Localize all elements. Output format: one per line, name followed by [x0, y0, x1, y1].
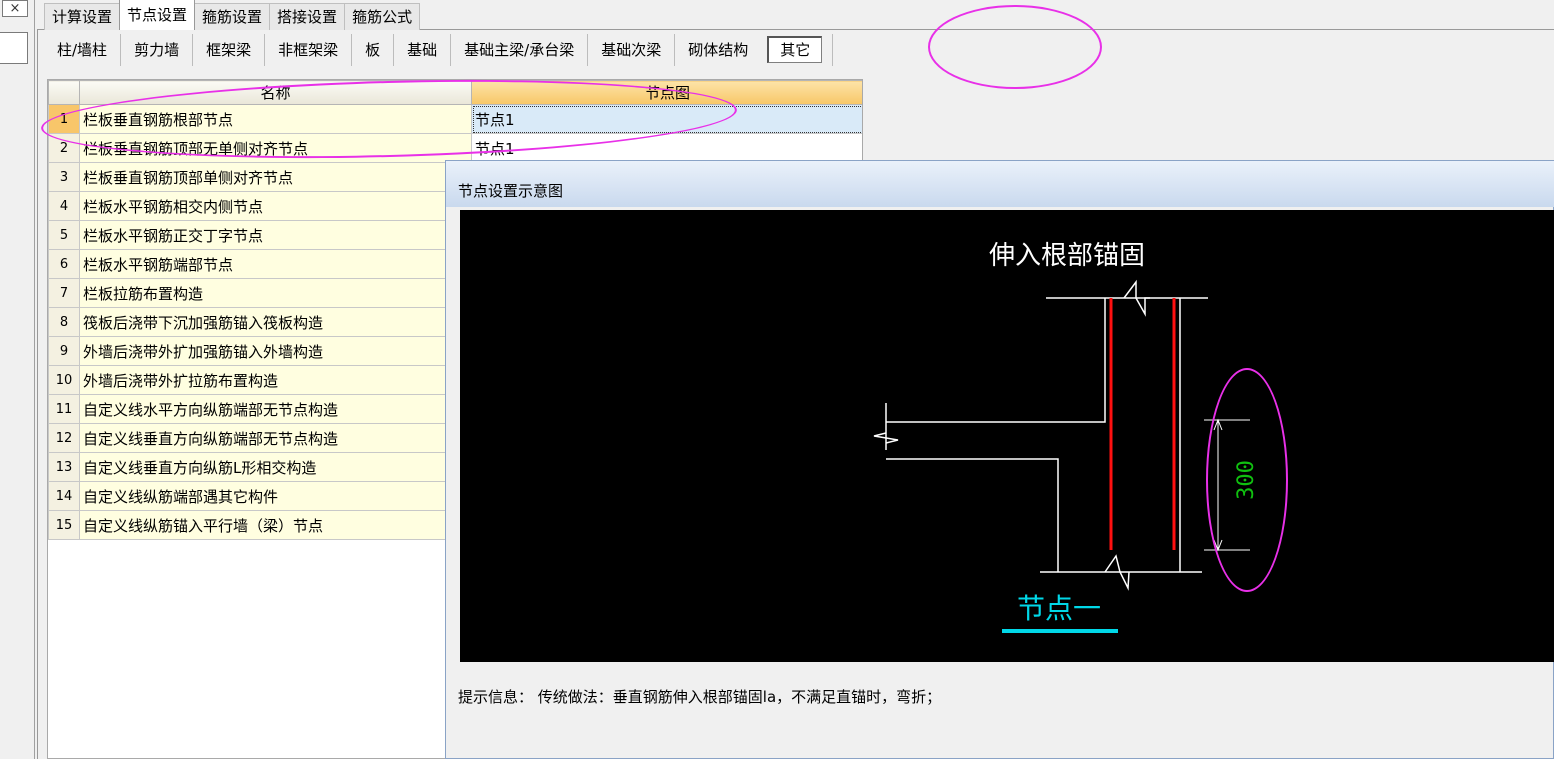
window-title: 节点设置示意图 [446, 161, 1554, 207]
node-name-cell: 筏板后浇带下沉加强筋锚入筏板构造 [79, 307, 472, 337]
top-tab-0[interactable]: 计算设置 [44, 3, 121, 30]
node-name-cell: 自定义线垂直方向纵筋L形相交构造 [79, 452, 472, 482]
row-number: 3 [48, 162, 80, 192]
diagram-canvas: 伸入根部锚固 300 节点一 [460, 210, 1554, 662]
node-name-cell: 栏板拉筋布置构造 [79, 278, 472, 308]
sub-tab-7[interactable]: 基础次梁 [588, 34, 676, 66]
top-tab-1[interactable]: 节点设置 [119, 0, 196, 30]
diagram-heading: 伸入根部锚固 [989, 241, 1145, 271]
node-name-cell: 自定义线纵筋端部遇其它构件 [79, 481, 472, 511]
hint-message: 提示信息： 传统做法：垂直钢筋伸入根部锚固la，不满足直锚时，弯折； [458, 688, 942, 706]
column-header-node[interactable]: 节点图 [471, 80, 862, 105]
row-number: 14 [48, 481, 80, 511]
top-tab-4[interactable]: 箍筋公式 [344, 3, 421, 30]
sub-tab-5[interactable]: 基础 [394, 34, 452, 66]
sub-tab-8[interactable]: 砌体结构 [675, 34, 761, 66]
table-row[interactable]: 2 栏板垂直钢筋顶部无单侧对齐节点 节点1 [48, 133, 862, 163]
row-number: 6 [48, 249, 80, 279]
row-number: 5 [48, 220, 80, 250]
sub-tab-4[interactable]: 板 [352, 34, 395, 66]
node-name-cell: 自定义线纵筋锚入平行墙（梁）节点 [79, 510, 472, 540]
sub-tab-3[interactable]: 非框架梁 [265, 34, 353, 66]
dimension-value: 300 [1234, 460, 1259, 500]
row-number: 13 [48, 452, 80, 482]
row-number: 12 [48, 423, 80, 453]
row-number: 10 [48, 365, 80, 395]
diagram-caption: 节点一 [1017, 592, 1101, 625]
close-button[interactable]: × [2, 0, 28, 17]
row-number: 2 [48, 133, 80, 163]
node-diagram-cell[interactable]: 节点1 [471, 133, 862, 163]
node-name-cell: 栏板垂直钢筋顶部无单侧对齐节点 [79, 133, 472, 163]
sub-tab-6[interactable]: 基础主梁/承台梁 [451, 34, 589, 66]
top-tab-3[interactable]: 搭接设置 [269, 3, 346, 30]
column-header-name[interactable]: 名称 [79, 80, 472, 105]
node-name-cell: 外墙后浇带外扩加强筋锚入外墙构造 [79, 336, 472, 366]
left-panel-field[interactable] [0, 32, 28, 64]
sub-tab-2[interactable]: 框架梁 [193, 34, 266, 66]
node-name-cell: 栏板水平钢筋相交内侧节点 [79, 191, 472, 221]
node-name-cell: 自定义线水平方向纵筋端部无节点构造 [79, 394, 472, 424]
node-name-cell: 外墙后浇带外扩拉筋布置构造 [79, 365, 472, 395]
node-name-cell: 栏板水平钢筋端部节点 [79, 249, 472, 279]
row-number: 4 [48, 191, 80, 221]
wall-outline [873, 279, 1208, 591]
row-number: 15 [48, 510, 80, 540]
row-number: 7 [48, 278, 80, 308]
row-number: 8 [48, 307, 80, 337]
left-panel: × [0, 0, 35, 759]
sub-tab-1[interactable]: 剪力墙 [121, 34, 194, 66]
node-diagram-cell[interactable]: 节点1 [471, 104, 862, 134]
node-name-cell: 自定义线垂直方向纵筋端部无节点构造 [79, 423, 472, 453]
node-diagram-window: 节点设置示意图 伸入根部锚固 300 节点一 提示信息： 传统做法：垂直钢筋伸入… [445, 160, 1554, 759]
row-number: 11 [48, 394, 80, 424]
sub-tab-bar: 柱/墙柱 剪力墙 框架梁 非框架梁板基础 基础主梁/承台梁 基础次梁 砌体结构 其它 [44, 34, 834, 66]
node-name-cell: 栏板垂直钢筋根部节点 [79, 104, 472, 134]
table-row[interactable]: 1 栏板垂直钢筋根部节点 节点1 [48, 104, 862, 134]
top-tab-bar: 计算设置 节点设置 箍筋设置 搭接设置 箍筋公式 [44, 0, 421, 30]
node-name-cell: 栏板水平钢筋正交丁字节点 [79, 220, 472, 250]
node-name-cell: 栏板垂直钢筋顶部单侧对齐节点 [79, 162, 472, 192]
sub-tab-0[interactable]: 柱/墙柱 [44, 34, 122, 66]
row-number: 1 [48, 104, 80, 134]
grid-corner [48, 80, 80, 105]
sub-tab-separator [832, 34, 834, 66]
row-number: 9 [48, 336, 80, 366]
sub-tab-9[interactable]: 其它 [761, 34, 828, 66]
top-tab-2[interactable]: 箍筋设置 [194, 3, 271, 30]
sub-tab-label-9: 其它 [767, 36, 823, 63]
